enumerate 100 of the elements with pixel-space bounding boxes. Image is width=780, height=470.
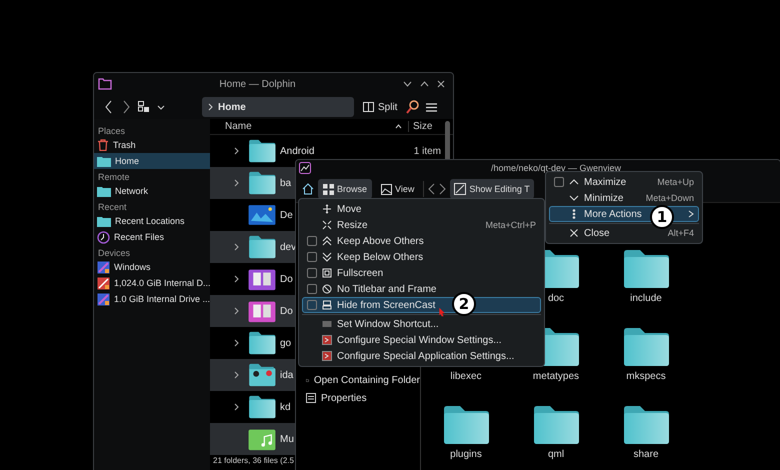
forward-icon[interactable] — [121, 100, 131, 114]
resize-icon — [322, 220, 332, 230]
documents-folder-icon — [248, 267, 276, 291]
file-name: go — [280, 338, 292, 348]
split-button[interactable]: Split — [361, 102, 400, 112]
folder-name: mkspecs — [626, 371, 666, 382]
sidebar-item-label: Recent Locations — [115, 216, 185, 226]
folder-icon — [97, 156, 111, 166]
sidebar-item[interactable]: Home — [94, 153, 210, 169]
trash-icon — [97, 139, 109, 151]
checkbox[interactable] — [307, 268, 317, 278]
checkbox[interactable] — [554, 177, 564, 187]
folder-outline-icon — [98, 78, 112, 90]
clock-icon — [97, 230, 110, 244]
file-name: ida — [280, 370, 294, 380]
sidebar-item-label: Windows — [114, 262, 151, 272]
sidebar-item-label: 1.0 GiB Internal Drive ... — [114, 294, 210, 304]
file-name: dev — [280, 242, 296, 252]
menu-item-label: Maximize — [584, 176, 626, 188]
previous-icon[interactable] — [428, 183, 436, 195]
search-icon[interactable] — [406, 100, 420, 114]
image-icon — [248, 203, 276, 227]
back-icon[interactable] — [104, 100, 114, 114]
menu-icon[interactable] — [426, 102, 438, 112]
file-name: ba — [280, 178, 292, 188]
menu-item-label: Fullscreen — [337, 268, 384, 278]
show-editing-tools-button[interactable]: Show Editing T — [450, 179, 534, 199]
drive-icon — [97, 260, 110, 274]
menu-item-label: Set Window Shortcut... — [337, 318, 439, 330]
file-name: Do — [280, 274, 293, 284]
sidebar-item[interactable]: Recent Files — [94, 229, 210, 245]
caret-icon[interactable] — [157, 104, 165, 110]
sidebar-item[interactable]: Windows — [94, 259, 210, 275]
sidebar-action-label: Properties — [321, 392, 367, 404]
sidebar-action[interactable]: Properties — [296, 389, 420, 407]
sidebar-item[interactable]: Recent Locations — [94, 213, 210, 229]
cursor-icon — [438, 307, 446, 317]
mode-tab[interactable]: Browse — [318, 179, 372, 199]
file-name: De — [280, 210, 293, 220]
menu-item-label: Configure Special Application Settings... — [337, 350, 514, 362]
sidebar-item[interactable]: 1,024.0 GiB Internal D... — [94, 275, 210, 291]
folder-name: libexec — [450, 371, 482, 382]
menu-item[interactable]: Configure Special Window Settings... — [302, 332, 541, 348]
folder-name: metatypes — [532, 371, 580, 382]
folder-icon — [622, 405, 670, 445]
menu-item-label: Move — [337, 204, 362, 214]
menu-item-label: Resize — [337, 220, 368, 230]
close-icon — [569, 228, 579, 238]
window-title: Home — Dolphin — [218, 78, 297, 90]
sidebar-item-label: Trash — [113, 140, 136, 150]
menu-item-label: Hide from ScreenCast — [337, 300, 436, 310]
location-bar[interactable]: Home — [202, 97, 354, 117]
minimize-icon[interactable] — [403, 81, 412, 87]
folder-icon — [248, 363, 276, 387]
checkbox[interactable] — [307, 300, 317, 310]
folder-icon — [248, 331, 276, 355]
maximize-icon[interactable] — [420, 81, 429, 87]
sidebar-action[interactable]: Open Containing Folder — [296, 371, 420, 389]
checkbox[interactable] — [307, 252, 317, 262]
folder-icon — [442, 405, 490, 445]
chevron-up-icon — [569, 177, 579, 187]
shortcut-label: Meta+Ctrl+P — [484, 220, 536, 230]
screencast-icon — [322, 300, 332, 310]
forbidden-icon — [322, 284, 332, 294]
menu-item-label: Close — [584, 228, 610, 238]
sidebar-item[interactable]: 1.0 GiB Internal Drive ... — [94, 291, 210, 307]
folder-icon — [622, 327, 670, 367]
menu-item[interactable]: Fullscreen — [302, 265, 541, 281]
mode-tab[interactable]: View — [376, 179, 420, 199]
chevron-right-icon — [688, 210, 694, 218]
menu-item[interactable]: Minimize Meta+Down — [549, 190, 699, 206]
next-icon[interactable] — [439, 183, 446, 195]
image-icon — [381, 184, 392, 194]
folder-icon — [622, 249, 670, 289]
documents-folder-icon — [248, 299, 276, 323]
menu-item[interactable]: Maximize Meta+Up — [549, 174, 699, 190]
shortcut-label: Meta+Down — [644, 193, 694, 203]
menu-item[interactable]: Move — [302, 201, 541, 217]
home-icon[interactable] — [302, 183, 314, 195]
close-icon[interactable] — [437, 80, 445, 88]
folder-name: share — [633, 449, 658, 460]
folder-icon — [248, 395, 276, 419]
folder-name: doc — [548, 293, 564, 304]
section-heading: Recent — [97, 201, 128, 213]
sidebar-item[interactable]: Network — [94, 183, 210, 199]
view-mode-icon[interactable] — [138, 101, 150, 113]
sidebar-item[interactable]: Trash — [94, 137, 210, 153]
menu-item[interactable]: Configure Special Application Settings... — [302, 348, 541, 364]
menu-item[interactable]: Set Window Shortcut... — [302, 316, 541, 332]
folder-name: plugins — [450, 449, 482, 460]
menu-item-label: No Titlebar and Frame — [337, 284, 436, 294]
chevron-down-icon — [569, 193, 579, 203]
file-name: kd — [280, 402, 291, 412]
menu-item[interactable]: Keep Above Others — [302, 233, 541, 249]
menu-item[interactable]: Resize Meta+Ctrl+P — [302, 217, 541, 233]
checkbox[interactable] — [307, 236, 317, 246]
menu-item[interactable]: Keep Below Others — [302, 249, 541, 265]
checkbox[interactable] — [307, 284, 317, 294]
location-label: Home — [218, 102, 246, 112]
column-header[interactable]: Name — [225, 121, 395, 132]
